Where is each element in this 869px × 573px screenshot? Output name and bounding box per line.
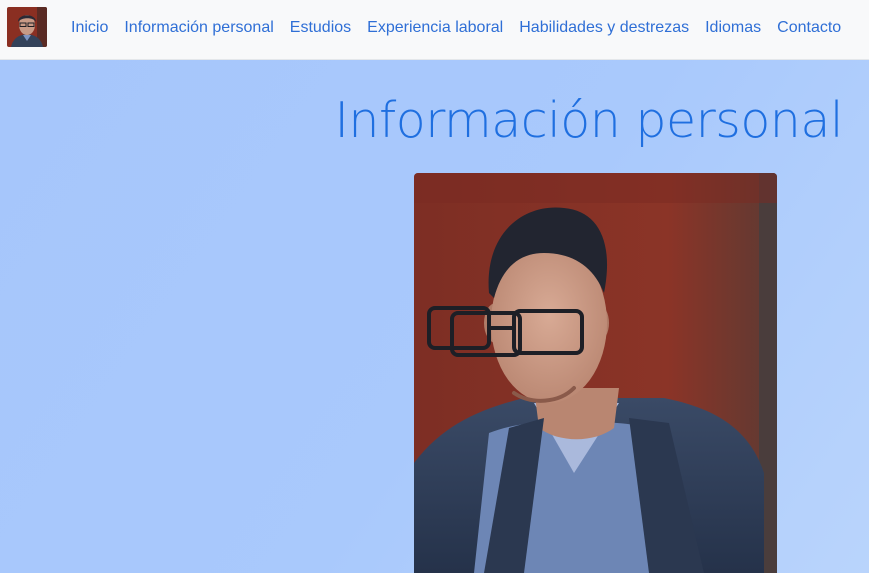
nav-link-experiencia-laboral[interactable]: Experiencia laboral (359, 17, 511, 39)
nav-link-estudios[interactable]: Estudios (282, 17, 359, 39)
top-navbar: Inicio Información personal Estudios Exp… (0, 0, 869, 60)
nav-links: Inicio Información personal Estudios Exp… (63, 17, 849, 39)
nav-link-idiomas[interactable]: Idiomas (697, 17, 769, 39)
nav-link-inicio[interactable]: Inicio (63, 17, 116, 39)
personal-info-section: Información personal (0, 60, 869, 573)
brand-avatar[interactable] (7, 7, 47, 47)
nav-link-informacion-personal[interactable]: Información personal (116, 17, 281, 39)
nav-link-contacto[interactable]: Contacto (769, 17, 849, 39)
profile-photo (414, 173, 777, 573)
nav-link-habilidades[interactable]: Habilidades y destrezas (511, 17, 697, 39)
person-photo-icon (414, 173, 777, 573)
section-title: Información personal (334, 92, 843, 149)
avatar-photo-icon (7, 7, 47, 47)
